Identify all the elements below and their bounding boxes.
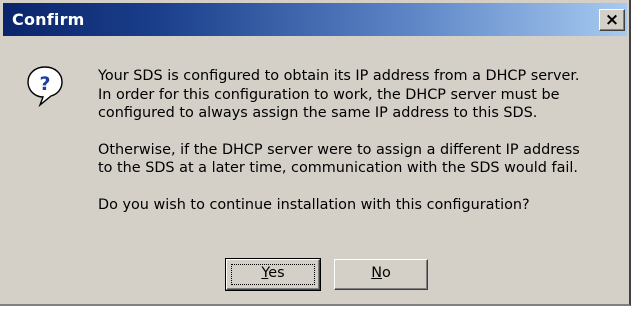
no-mnemonic: N <box>371 265 382 281</box>
message-line: In order for this configuration to work,… <box>98 86 560 103</box>
message-line: configured to always assign the same IP … <box>98 105 538 121</box>
yes-label-rest: es <box>268 265 285 281</box>
message-line: Otherwise, if the DHCP server were to as… <box>98 141 580 158</box>
no-button[interactable]: No <box>334 259 428 290</box>
question-icon: ? <box>27 66 63 107</box>
message-line: to the SDS at a later time, communicatio… <box>98 160 578 176</box>
dialog-title: Confirm <box>12 10 85 29</box>
no-button-label: No <box>371 265 391 281</box>
message-question: Do you wish to continue installation wit… <box>98 196 530 213</box>
close-icon: × <box>604 10 620 30</box>
message-text: Your SDS is configured to obtain its IP … <box>98 67 628 214</box>
yes-button[interactable]: Yes <box>225 258 321 291</box>
title-bar[interactable]: Confirm × <box>3 3 627 36</box>
confirm-dialog: Confirm × ? Your SDS is configured to ob… <box>0 0 631 306</box>
no-label-rest: o <box>381 265 391 281</box>
svg-text:?: ? <box>39 73 50 95</box>
yes-button-label: Yes <box>261 265 284 281</box>
close-button[interactable]: × <box>599 9 625 31</box>
message-line: Your SDS is configured to obtain its IP … <box>98 68 580 84</box>
